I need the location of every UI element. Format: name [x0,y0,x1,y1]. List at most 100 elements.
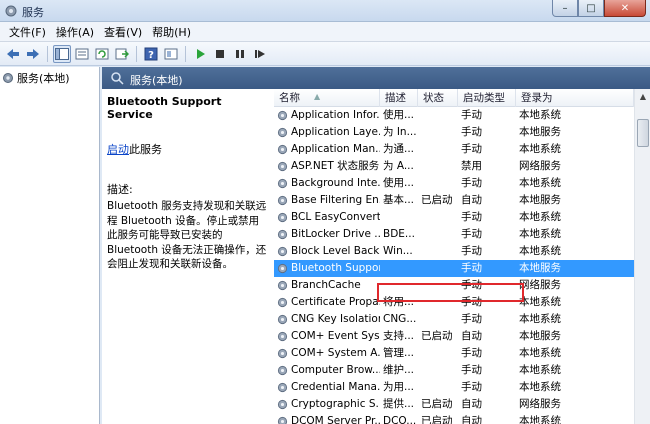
tree-item-services-local[interactable]: 服务(本地) [2,70,70,86]
column-name[interactable]: 名称 ▲ [274,89,380,107]
service-name-cell: Background Inte... [274,175,380,192]
service-startup-type: 禁用 [461,160,482,172]
service-log-on-as: 本地系统 [519,313,561,325]
stop-icon[interactable] [211,45,229,63]
service-name: BitLocker Drive ... [291,228,380,240]
table-row[interactable]: Cryptographic S... 提供... 已启动 自动 网络服务 [274,396,634,413]
service-description: CNG... [383,313,417,325]
refresh-icon[interactable] [93,45,111,63]
console-tree-icon[interactable] [53,44,71,63]
service-gear-icon [277,178,288,189]
table-row[interactable]: Application Laye... 为 In... 手动 本地服务 [274,124,634,141]
table-row[interactable]: Block Level Back... Win... 手动 本地系统 [274,243,634,260]
back-icon[interactable] [4,45,22,63]
start-icon[interactable] [191,45,209,63]
service-status [418,175,458,192]
table-row[interactable]: DCOM Server Pr... DCO... 已启动 自动 本地系统 [274,413,634,424]
table-row[interactable]: Bluetooth Support Service 手动 本地服务 [274,260,634,277]
service-name-cell: BranchCache [274,277,380,294]
service-name-cell: Block Level Back... [274,243,380,260]
service-description: 管理... [383,347,415,359]
service-gear-icon [277,331,288,342]
service-description: 支持... [383,330,415,342]
svg-text:?: ? [148,50,154,61]
service-description: 为通... [383,143,415,155]
properties-icon[interactable] [73,45,91,63]
service-startup-type: 手动 [461,109,482,121]
menu-view[interactable]: 查看(V) [99,24,147,40]
service-name-cell: Cryptographic S... [274,396,380,413]
service-status [418,107,458,124]
scroll-up-icon[interactable]: ▲ [637,90,649,104]
restart-icon[interactable] [251,45,269,63]
service-name: Background Inte... [291,177,380,189]
table-row[interactable]: COM+ System A... 管理... 手动 本地系统 [274,345,634,362]
service-log-on-as: 本地系统 [519,296,561,308]
window-controls: – □ ✕ [552,0,646,18]
table-row[interactable]: ASP.NET 状态服务为 A... 禁用 网络服务 [274,158,634,175]
table-row[interactable]: Computer Brow... 维护... 手动 本地系统 [274,362,634,379]
maximize-button[interactable]: □ [578,0,604,17]
table-row[interactable]: BCL EasyConvert... 手动 本地系统 [274,209,634,226]
service-gear-icon [277,229,288,240]
service-log-on-as: 本地系统 [519,381,561,393]
service-status [418,243,458,260]
service-name: Certificate Propa... [291,296,380,308]
highlight-annotation [377,283,524,302]
service-startup-type: 手动 [461,262,482,274]
table-row[interactable]: Credential Mana... 为用... 手动 本地系统 [274,379,634,396]
service-startup-type: 手动 [461,347,482,359]
table-row[interactable]: Background Inte... 使用... 手动 本地系统 [274,175,634,192]
panel-header: 服务(本地) [102,67,650,89]
table-row[interactable]: Base Filtering En... 基本... 已启动 自动 本地服务 [274,192,634,209]
service-gear-icon [277,365,288,376]
sort-ascending-icon: ▲ [314,92,321,101]
service-name-cell: Application Laye... [274,124,380,141]
service-status [418,362,458,379]
minimize-button[interactable]: – [552,0,578,17]
start-service-link[interactable]: 启动 [107,143,129,156]
column-startup-type[interactable]: 启动类型 [458,89,516,107]
service-name-cell: COM+ Event Sys... [274,328,380,345]
toolbar-separator [47,45,48,62]
view-icon[interactable] [162,45,180,63]
column-status[interactable]: 状态 [418,89,458,107]
vertical-scrollbar[interactable]: ▲ [634,89,650,424]
menu-file[interactable]: 文件(F) [4,24,51,40]
service-status [418,124,458,141]
close-button[interactable]: ✕ [604,0,646,17]
service-log-on-as: 本地系统 [519,245,561,257]
service-log-on-as: 本地系统 [519,109,561,121]
table-row[interactable]: COM+ Event Sys... 支持... 已启动 自动 本地服务 [274,328,634,345]
service-gear-icon [277,348,288,359]
service-name: Computer Brow... [291,364,380,376]
service-status [418,311,458,328]
service-details: Bluetooth Support Service 启动此服务 描述: Blue… [102,89,274,424]
service-startup-type: 手动 [461,177,482,189]
service-description: DCO... [383,415,417,424]
export-icon[interactable] [113,45,131,63]
service-gear-icon [277,399,288,410]
table-row[interactable]: CNG Key Isolation CNG... 手动 本地系统 [274,311,634,328]
forward-icon[interactable] [24,45,42,63]
menu-help[interactable]: 帮助(H) [147,24,196,40]
services-list: 名称 ▲ 描述 状态 启动类型 登录为 Application Infor... 使… [274,89,650,424]
help-icon[interactable]: ? [142,45,160,63]
column-log-on-as[interactable]: 登录为 [516,89,634,107]
table-row[interactable]: Application Infor... 使用... 手动 本地系统 [274,107,634,124]
service-gear-icon [277,195,288,206]
service-description: 基本... [383,194,415,206]
scroll-thumb[interactable] [637,119,649,147]
pause-icon[interactable] [231,45,249,63]
column-description[interactable]: 描述 [380,89,418,107]
service-name-cell: DCOM Server Pr... [274,413,380,424]
service-startup-type: 手动 [461,211,482,223]
service-description: 为 In... [383,126,417,138]
table-row[interactable]: BitLocker Drive ... BDE... 手动 本地系统 [274,226,634,243]
service-gear-icon [277,246,288,257]
menu-action[interactable]: 操作(A) [51,24,99,40]
service-log-on-as: 本地系统 [519,415,561,424]
service-status: 已启动 [421,415,453,424]
service-name-cell: Certificate Propa... [274,294,380,311]
table-row[interactable]: Application Man... 为通... 手动 本地系统 [274,141,634,158]
